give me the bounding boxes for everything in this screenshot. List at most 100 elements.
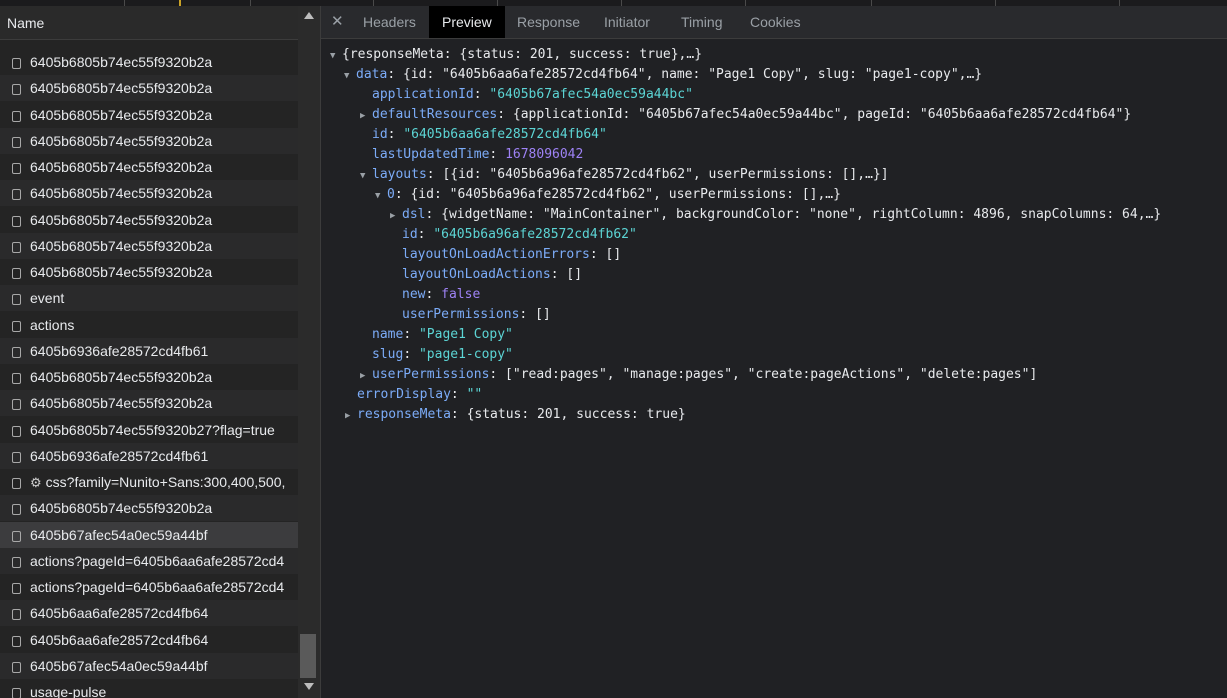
tree-key: layoutOnLoadActionErrors <box>402 247 590 262</box>
tree-summary: : {applicationId: "6405b67afec54a0ec59a4… <box>497 107 1132 122</box>
tree-value: [] <box>605 247 622 262</box>
expanded-triangle-icon[interactable]: ▼ <box>330 46 342 66</box>
request-row[interactable]: 6405b6805b74ec55f9320b2a <box>0 207 298 233</box>
request-name: 6405b6936afe28572cd4fb61 <box>30 447 209 464</box>
tree-node-userpermissions[interactable]: ▶ userPermissions: ["read:pages", "manage… <box>360 365 1037 385</box>
request-row[interactable]: actions?pageId=6405b6aa6afe28572cd4 <box>0 547 298 574</box>
tab-cookies[interactable]: Cookies <box>736 6 815 38</box>
tree-root-summary: {responseMeta: {status: 201, success: tr… <box>342 47 703 62</box>
tree-leaf-name[interactable]: name: "Page1 Copy" <box>372 325 513 345</box>
request-name: 6405b6805b74ec55f9320b2a <box>30 106 213 123</box>
tree-node-dsl[interactable]: ▶ dsl: {widgetName: "MainContainer", back… <box>390 205 1161 225</box>
tree-node-responsemeta[interactable]: ▶ responseMeta: {status: 201, success: tr… <box>345 405 686 425</box>
tree-leaf-layout-userpermissions[interactable]: userPermissions: [] <box>402 305 551 325</box>
request-row[interactable]: 6405b6805b74ec55f9320b2a <box>0 180 298 207</box>
tab-headers[interactable]: Headers <box>349 6 430 38</box>
request-name: 6405b6805b74ec55f9320b2a <box>30 54 213 70</box>
scroll-down-arrow-icon[interactable] <box>304 683 314 690</box>
request-row[interactable]: 6405b67afec54a0ec59a44bf <box>0 652 298 679</box>
request-row[interactable]: 6405b6805b74ec55f9320b2a <box>0 232 298 259</box>
request-row[interactable]: 6405b6936afe28572cd4fb61 <box>0 442 298 469</box>
request-name: actions?pageId=6405b6aa6afe28572cd4 <box>30 579 285 595</box>
expanded-triangle-icon[interactable]: ▼ <box>375 186 387 206</box>
tab-initiator[interactable]: Initiator <box>590 6 664 38</box>
request-name: 6405b6936afe28572cd4fb61 <box>30 342 209 359</box>
gear-icon: ⚙ <box>30 475 42 490</box>
tree-leaf-id[interactable]: id: "6405b6aa6afe28572cd4fb64" <box>372 125 607 145</box>
request-type-icon <box>12 215 21 227</box>
request-row[interactable]: actions?pageId=6405b6aa6afe28572cd4 <box>0 574 298 600</box>
collapsed-triangle-icon[interactable]: ▶ <box>345 406 357 426</box>
expanded-triangle-icon[interactable]: ▼ <box>344 66 356 86</box>
request-type-icon <box>12 451 21 463</box>
request-row[interactable]: usage-pulse <box>0 679 298 698</box>
request-row[interactable]: 6405b6805b74ec55f9320b27?flag=true <box>0 417 298 443</box>
tree-leaf-layout-id[interactable]: id: "6405b6a96afe28572cd4fb62" <box>402 225 637 245</box>
scroll-thumb[interactable] <box>300 634 316 678</box>
tree-leaf-layoutonloadactionerrors[interactable]: layoutOnLoadActionErrors: [] <box>402 245 621 265</box>
tree-node-layout-0[interactable]: ▼ 0: {id: "6405b6a96afe28572cd4fb62", use… <box>375 185 841 205</box>
collapsed-triangle-icon[interactable]: ▶ <box>390 206 402 226</box>
request-row[interactable]: 6405b6aa6afe28572cd4fb64 <box>0 600 298 627</box>
request-list: 6405b6805b74ec55f9320b2a 6405b6805b74ec55… <box>0 40 298 698</box>
tree-node-data[interactable]: ▼ data: {id: "6405b6aa6afe28572cd4fb64", … <box>344 65 982 85</box>
request-row[interactable]: 6405b6805b74ec55f9320b2a <box>0 127 298 154</box>
request-row[interactable]: 6405b6805b74ec55f9320b2a <box>0 495 298 522</box>
request-row[interactable]: 6405b6805b74ec55f9320b2a <box>0 259 298 285</box>
request-name: 6405b6805b74ec55f9320b2a <box>30 211 213 228</box>
request-row[interactable]: actions <box>0 312 298 338</box>
tree-leaf-applicationid[interactable]: applicationId: "6405b67afec54a0ec59a44bc… <box>372 85 693 105</box>
tree-key: 0 <box>387 187 395 202</box>
request-row[interactable]: 6405b6805b74ec55f9320b2a <box>0 75 298 102</box>
request-row[interactable]: 6405b6805b74ec55f9320b2a <box>0 364 298 390</box>
request-type-icon <box>12 556 21 568</box>
request-row[interactable]: ⚙ css?family=Nunito+Sans:300,400,500, <box>0 469 298 495</box>
request-list-scrollbar[interactable] <box>298 6 320 698</box>
details-tab-bar: ✕ Headers Preview Response Initiator Tim… <box>321 6 1227 39</box>
request-row[interactable]: 6405b6805b74ec55f9320b2a <box>0 102 298 128</box>
tree-leaf-layoutonloadactions[interactable]: layoutOnLoadActions: [] <box>402 265 582 285</box>
tree-summary: : ["read:pages", "manage:pages", "create… <box>489 367 1038 382</box>
name-column-header[interactable]: Name <box>0 6 298 40</box>
tree-key: defaultResources <box>372 107 498 122</box>
request-name: 6405b6805b74ec55f9320b2a <box>30 264 213 280</box>
tree-leaf-lastupdatedtime[interactable]: lastUpdatedTime: 1678096042 <box>372 145 583 165</box>
request-row[interactable]: 6405b6805b74ec55f9320b2a <box>0 390 298 417</box>
request-name: 6405b6aa6afe28572cd4fb64 <box>30 605 209 622</box>
tree-node-layouts[interactable]: ▼ layouts: [{id: "6405b6a96afe28572cd4fb6… <box>360 165 889 185</box>
request-row[interactable]: 6405b6936afe28572cd4fb61 <box>0 337 298 364</box>
tree-summary: : {status: 201, success: true} <box>450 407 686 422</box>
tree-leaf-slug[interactable]: slug: "page1-copy" <box>372 345 513 365</box>
tree-summary: : {id: "6405b6a96afe28572cd4fb62", userP… <box>394 187 841 202</box>
tab-preview[interactable]: Preview <box>429 6 505 38</box>
request-row[interactable]: 6405b6aa6afe28572cd4fb64 <box>0 627 298 653</box>
tree-value: false <box>441 287 481 302</box>
tab-timing[interactable]: Timing <box>667 6 737 38</box>
tree-value: "page1-copy" <box>418 347 513 362</box>
request-row[interactable]: 6405b67afec54a0ec59a44bf <box>0 521 298 548</box>
request-name: 6405b6805b74ec55f9320b2a <box>30 500 213 517</box>
request-type-icon <box>12 661 21 673</box>
close-icon[interactable]: ✕ <box>331 6 344 38</box>
tree-value: "" <box>466 387 483 402</box>
tree-node-defaultresources[interactable]: ▶ defaultResources: {applicationId: "6405… <box>360 105 1131 125</box>
tree-summary: : {widgetName: "MainContainer", backgrou… <box>425 207 1162 222</box>
tree-leaf-new[interactable]: new: false <box>402 285 480 305</box>
tree-leaf-errordisplay[interactable]: errorDisplay: "" <box>357 385 482 405</box>
collapsed-triangle-icon[interactable]: ▶ <box>360 366 372 386</box>
scroll-up-arrow-icon[interactable] <box>304 12 314 19</box>
tab-response[interactable]: Response <box>503 6 594 38</box>
request-row[interactable]: 6405b6805b74ec55f9320b2a <box>0 154 298 180</box>
expanded-triangle-icon[interactable]: ▼ <box>360 166 372 186</box>
collapsed-triangle-icon[interactable]: ▶ <box>360 106 372 126</box>
tree-key: name <box>372 327 404 342</box>
request-row[interactable]: 6405b6805b74ec55f9320b2a <box>0 49 298 75</box>
request-name: actions <box>30 316 75 333</box>
request-name: actions?pageId=6405b6aa6afe28572cd4 <box>30 552 285 569</box>
request-type-icon <box>12 478 21 489</box>
request-type-icon <box>12 241 21 253</box>
tree-value: "6405b6aa6afe28572cd4fb64" <box>403 127 607 142</box>
tree-root-node[interactable]: ▼ {responseMeta: {status: 201, success: t… <box>330 45 702 65</box>
tree-value: "Page1 Copy" <box>418 327 513 342</box>
request-row[interactable]: event <box>0 285 298 312</box>
